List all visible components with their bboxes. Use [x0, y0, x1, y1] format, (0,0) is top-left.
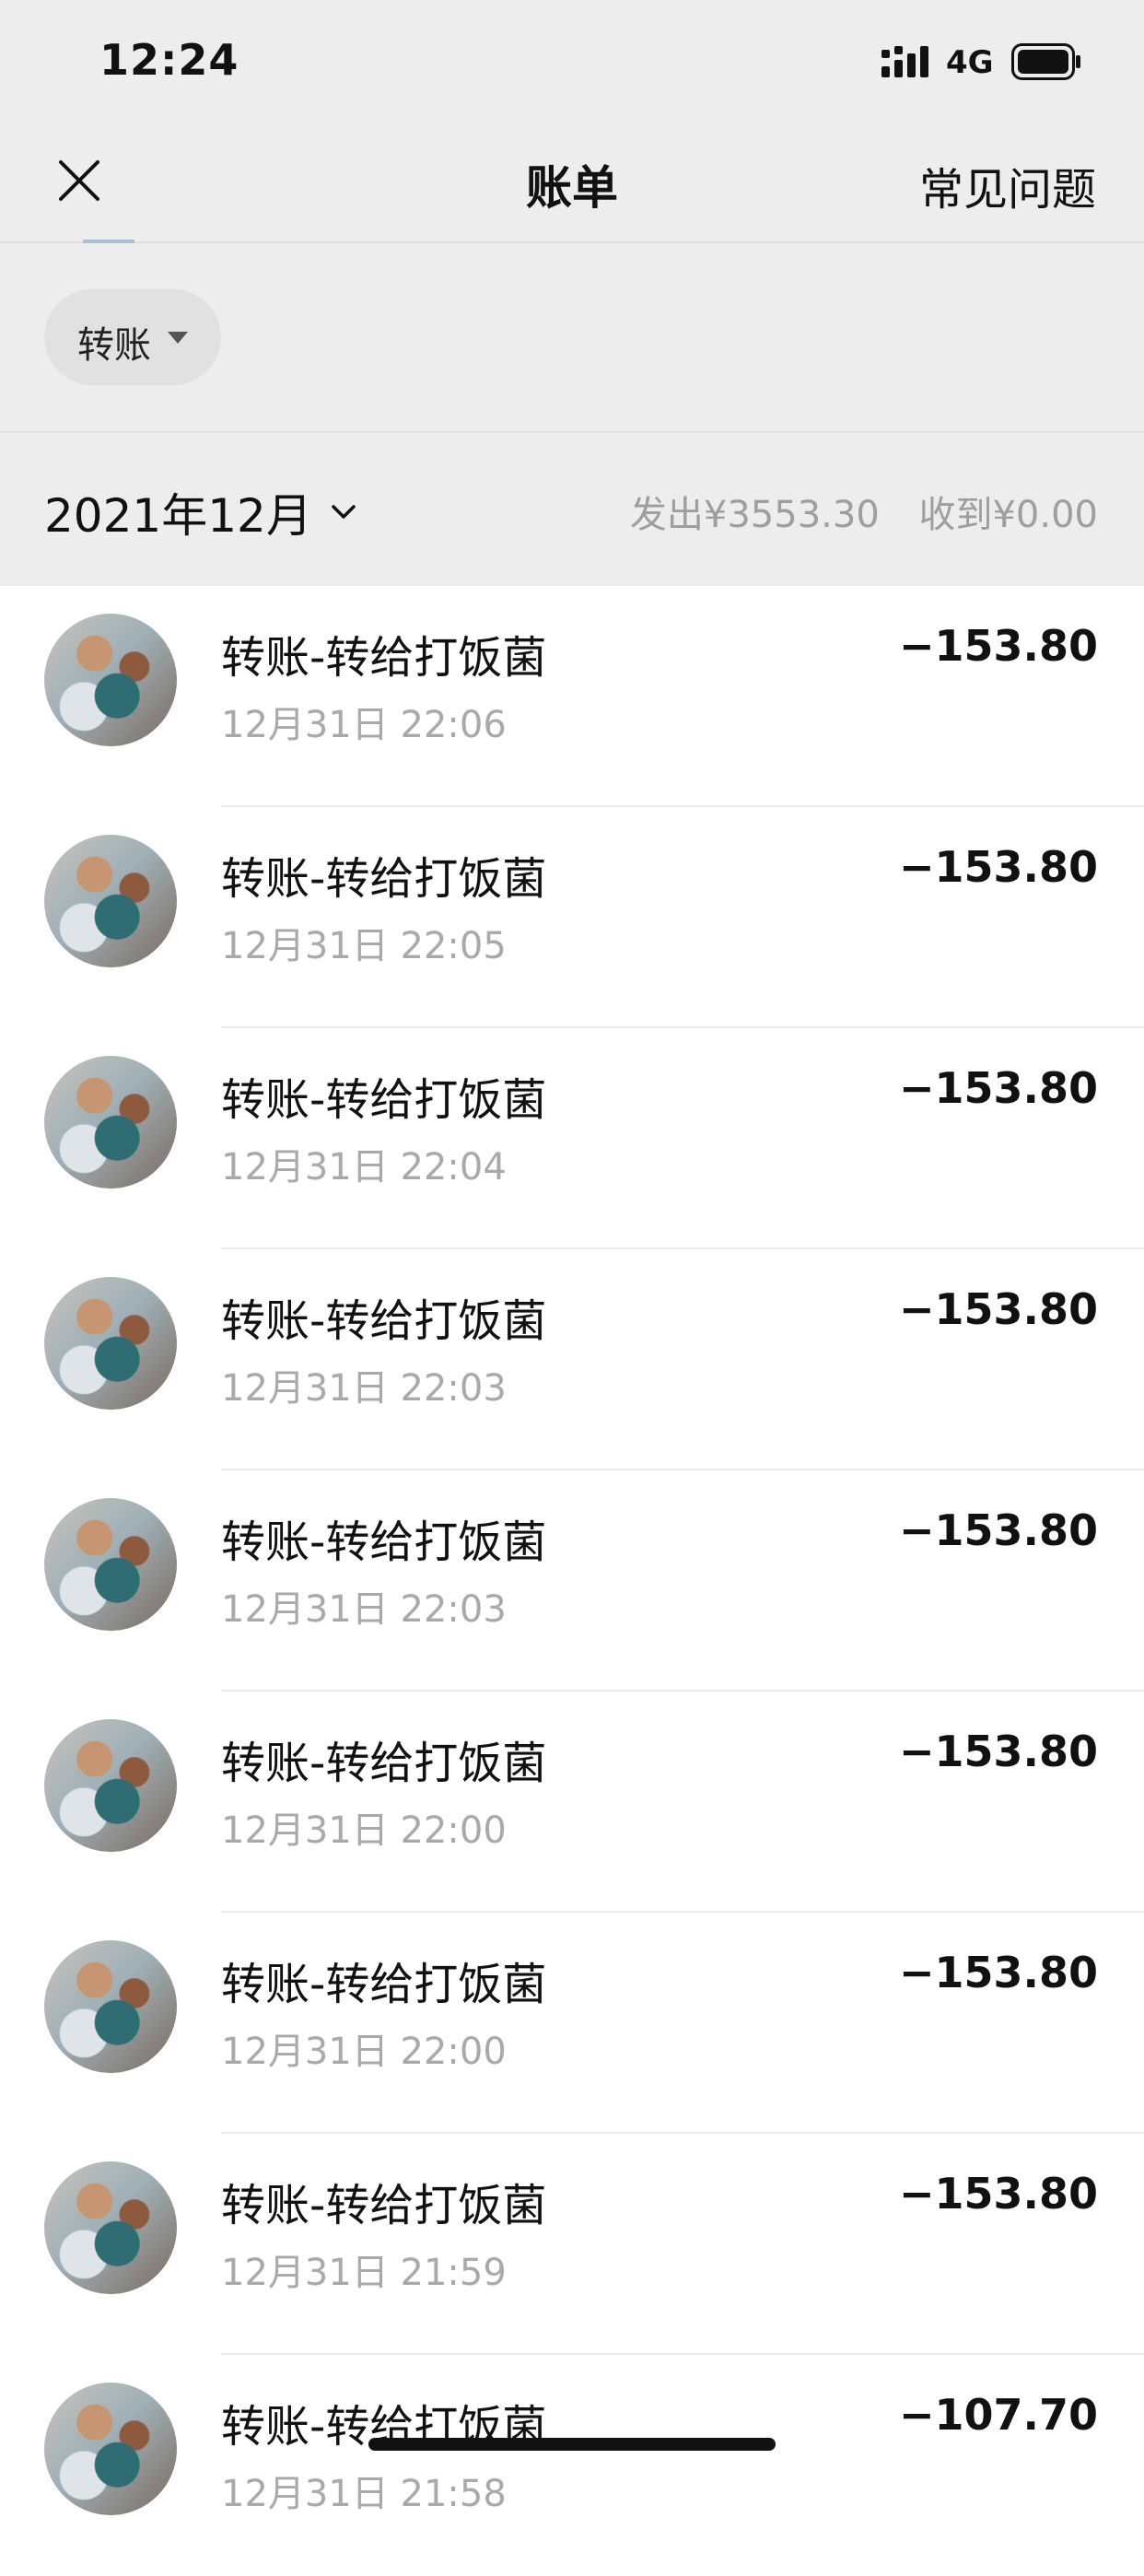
type-filter-label: 转账 — [77, 324, 151, 367]
transaction-amount: −107.70 — [898, 2390, 1098, 2440]
month-bar: 2021年12月 发出¥3553.30 收到¥0.00 — [0, 433, 1144, 586]
transaction-time: 12月31日 22:00 — [221, 2031, 507, 2073]
avatar — [44, 1056, 177, 1188]
transaction-row[interactable]: 转账-转给打饭菌 12月31日 21:58 −107.70 — [0, 2355, 1144, 2576]
transaction-title: 转账-转给打饭菌 — [221, 1959, 547, 2010]
transaction-title: 转账-转给打饭菌 — [221, 1074, 547, 1126]
type-filter-chip[interactable]: 转账 — [44, 289, 221, 385]
avatar — [44, 1277, 177, 1410]
transaction-row[interactable]: 转账-转给打饭菌 12月31日 22:06 −153.80 — [0, 586, 1144, 807]
transaction-time: 12月31日 22:00 — [221, 1809, 507, 1852]
home-indicator[interactable] — [368, 2438, 776, 2451]
signal-icon — [881, 46, 928, 77]
month-selector[interactable]: 2021年12月 — [44, 479, 359, 543]
transaction-row[interactable]: 转账-转给打饭菌 12月31日 22:05 −153.80 — [0, 807, 1144, 1028]
month-label: 2021年12月 — [44, 489, 312, 543]
transaction-amount: −153.80 — [898, 1505, 1098, 1555]
avatar — [44, 2161, 177, 2294]
network-label: 4G — [946, 44, 994, 81]
avatar — [44, 2383, 177, 2515]
status-time: 12:24 — [99, 35, 239, 85]
transaction-time: 12月31日 21:59 — [221, 2252, 507, 2294]
transaction-time: 12月31日 22:03 — [221, 1367, 507, 1410]
transaction-row[interactable]: 转账-转给打饭菌 12月31日 22:04 −153.80 — [0, 1028, 1144, 1249]
caret-down-icon — [168, 332, 188, 344]
transaction-amount: −153.80 — [898, 1284, 1098, 1334]
avatar — [44, 1940, 177, 2073]
avatar — [44, 835, 177, 967]
transaction-time: 12月31日 22:05 — [221, 925, 507, 967]
filter-area: 转账 — [0, 243, 1144, 433]
transaction-title: 转账-转给打饭菌 — [221, 1516, 547, 1568]
transaction-amount: −153.80 — [898, 842, 1098, 892]
transaction-row[interactable]: 转账-转给打饭菌 12月31日 22:00 −153.80 — [0, 1913, 1144, 2134]
transaction-time: 12月31日 22:06 — [221, 704, 507, 746]
transaction-row[interactable]: 转账-转给打饭菌 12月31日 22:03 −153.80 — [0, 1470, 1144, 1692]
transaction-amount: −153.80 — [898, 2169, 1098, 2219]
month-summary: 发出¥3553.30 收到¥0.00 — [630, 485, 1098, 538]
transaction-time: 12月31日 22:04 — [221, 1146, 507, 1188]
avatar — [44, 1498, 177, 1631]
chevron-down-icon — [332, 505, 356, 519]
battery-icon — [1011, 43, 1080, 80]
income-summary: 收到¥0.00 — [918, 494, 1098, 536]
transaction-time: 12月31日 22:03 — [221, 1588, 507, 1631]
transaction-row[interactable]: 转账-转给打饭菌 12月31日 22:03 −153.80 — [0, 1249, 1144, 1470]
transaction-list: 转账-转给打饭菌 12月31日 22:06 −153.80 转账-转给打饭菌 1… — [0, 586, 1144, 2576]
avatar — [44, 614, 177, 746]
faq-link[interactable]: 常见问题 — [919, 153, 1096, 217]
status-bar: 12:24 4G — [0, 0, 1144, 129]
transaction-row[interactable]: 转账-转给打饭菌 12月31日 21:59 −153.80 — [0, 2134, 1144, 2355]
transaction-title: 转账-转给打饭菌 — [221, 2180, 547, 2231]
transaction-amount: −153.80 — [898, 1727, 1098, 1776]
transaction-amount: −153.80 — [898, 1063, 1098, 1113]
transaction-amount: −153.80 — [898, 1948, 1098, 1997]
transaction-title: 转账-转给打饭菌 — [221, 632, 547, 684]
transaction-title: 转账-转给打饭菌 — [221, 1295, 547, 1347]
expense-summary: 发出¥3553.30 — [629, 494, 880, 536]
tab-indicator — [83, 240, 134, 243]
transaction-title: 转账-转给打饭菌 — [221, 1738, 547, 1789]
transaction-title: 转账-转给打饭菌 — [221, 853, 547, 905]
nav-bar: 账单 常见问题 — [0, 129, 1144, 243]
transaction-time: 12月31日 21:58 — [221, 2473, 507, 2515]
transaction-amount: −153.80 — [898, 621, 1098, 671]
avatar — [44, 1719, 177, 1852]
transaction-row[interactable]: 转账-转给打饭菌 12月31日 22:00 −153.80 — [0, 1692, 1144, 1913]
